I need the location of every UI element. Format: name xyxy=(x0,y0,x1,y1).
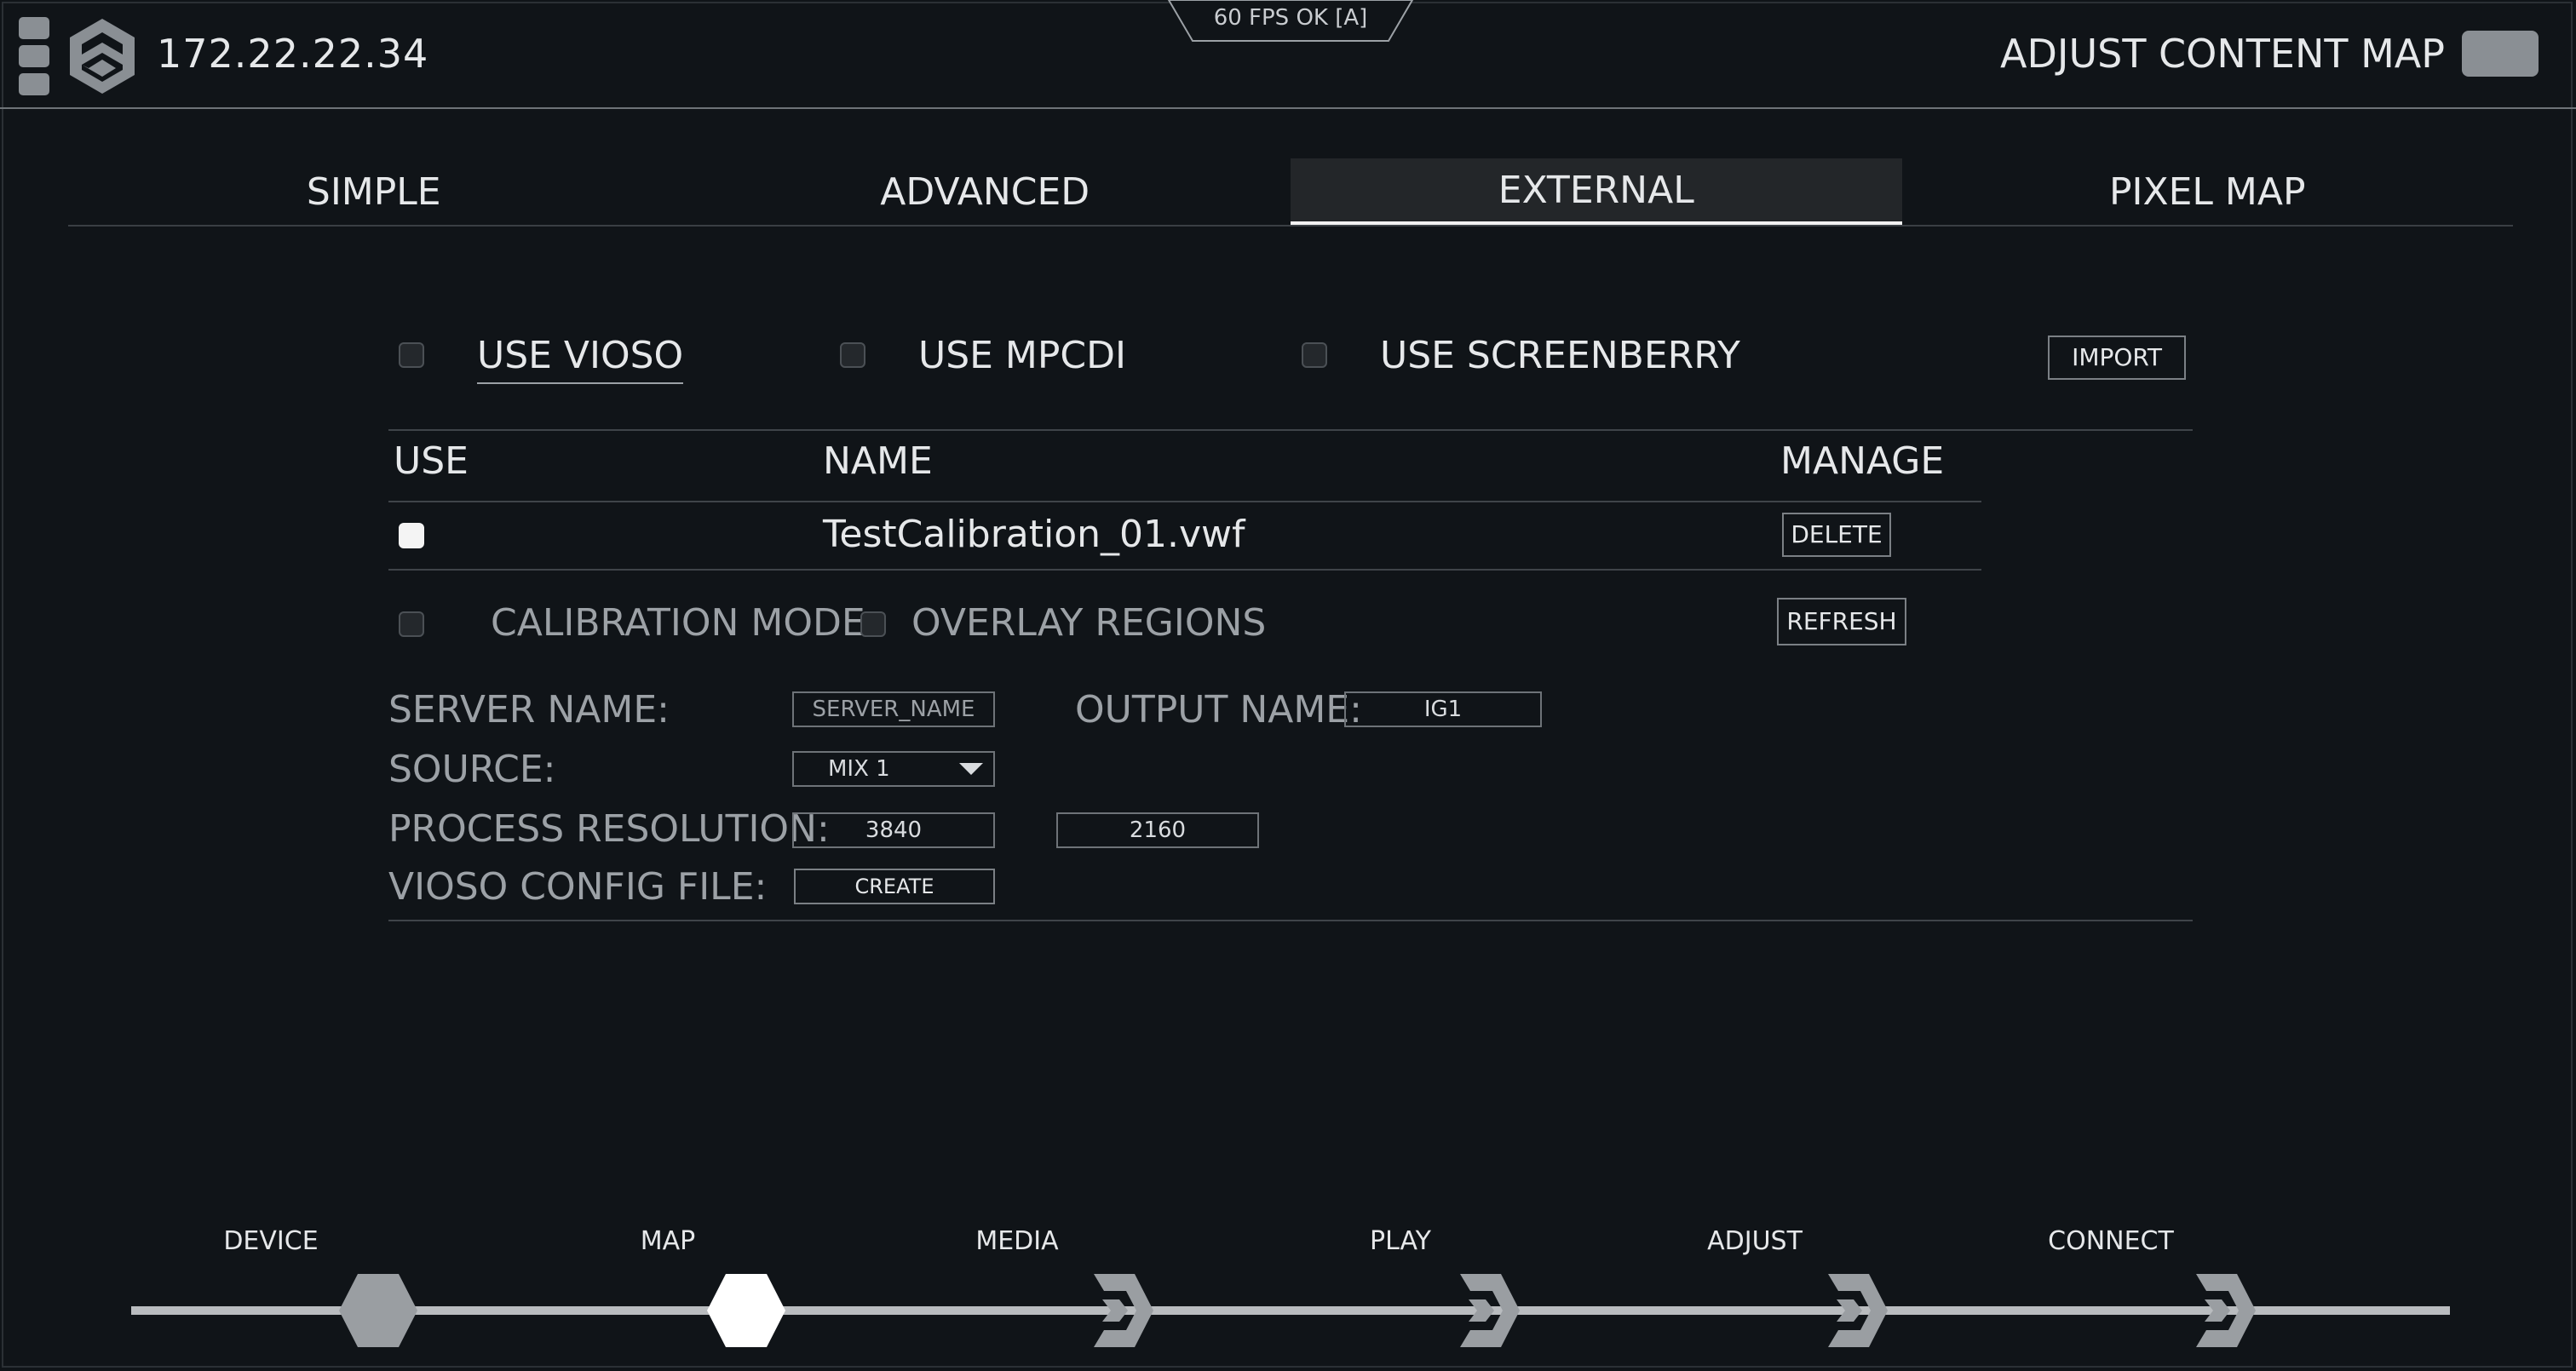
resolution-width-input[interactable]: 3840 xyxy=(792,812,995,848)
workflow-label-play: PLAY xyxy=(1369,1226,1431,1256)
source-select-value: MIX 1 xyxy=(828,756,890,782)
use-vioso-label[interactable]: USE VIOSO xyxy=(477,334,684,384)
import-button[interactable]: IMPORT xyxy=(2048,336,2186,380)
server-name-label: SERVER NAME: xyxy=(388,688,670,731)
source-label: SOURCE: xyxy=(388,748,556,791)
external-panel: USE VIOSO USE MPCDI USE SCREENBERRY IMPO… xyxy=(388,324,2193,921)
adjust-content-map-toggle[interactable] xyxy=(2462,31,2539,77)
create-config-button[interactable]: CREATE xyxy=(794,869,995,904)
tab-advanced[interactable]: ADVANCED xyxy=(680,158,1291,225)
use-screenberry-label: USE SCREENBERRY xyxy=(1380,334,1740,377)
media-step-icon[interactable] xyxy=(1073,1272,1155,1349)
use-vioso-checkbox[interactable] xyxy=(399,342,424,368)
calibration-use-checkbox[interactable] xyxy=(399,523,424,548)
chevron-down-icon xyxy=(959,763,983,775)
use-mpcdi-label: USE MPCDI xyxy=(918,334,1126,377)
table-header-divider xyxy=(388,501,1981,502)
device-ip-address: 172.22.22.34 xyxy=(157,31,429,77)
fps-status: 60 FPS OK [A] xyxy=(1213,5,1368,31)
output-name-label: OUTPUT NAME: xyxy=(1075,688,1362,731)
map-step-icon[interactable] xyxy=(705,1272,787,1349)
column-header-use: USE xyxy=(394,439,469,483)
brand-logo-icon xyxy=(70,19,135,94)
connect-step-icon[interactable] xyxy=(2176,1272,2257,1349)
column-header-name: NAME xyxy=(823,439,933,483)
column-header-manage: MANAGE xyxy=(1780,439,1945,483)
source-select[interactable]: MIX 1 xyxy=(792,751,995,787)
overlay-regions-checkbox[interactable] xyxy=(860,611,886,637)
section-bottom-divider xyxy=(388,920,2193,921)
tab-external[interactable]: EXTERNAL xyxy=(1291,158,1902,225)
divider xyxy=(388,429,2193,431)
workflow-label-map: MAP xyxy=(640,1226,696,1256)
output-name-input[interactable]: IG1 xyxy=(1344,691,1542,727)
tab-simple[interactable]: SIMPLE xyxy=(68,158,680,225)
table-row-divider xyxy=(388,569,1981,571)
adjust-step-icon[interactable] xyxy=(1808,1272,1889,1349)
play-step-icon[interactable] xyxy=(1440,1272,1521,1349)
refresh-button[interactable]: REFRESH xyxy=(1777,598,1906,645)
workflow-nav: DEVICE MAP MEDIA PLAY ADJUST CONNECT xyxy=(0,1226,2576,1371)
calibration-mode-checkbox[interactable] xyxy=(399,611,424,637)
mapping-tabs: SIMPLE ADVANCED EXTERNAL PIXEL MAP xyxy=(68,158,2513,227)
delete-button[interactable]: DELETE xyxy=(1782,513,1891,557)
resolution-height-input[interactable]: 2160 xyxy=(1056,812,1259,848)
device-step-icon[interactable] xyxy=(337,1272,419,1349)
workflow-label-device: DEVICE xyxy=(223,1226,319,1256)
tab-pixel-map[interactable]: PIXEL MAP xyxy=(1902,158,2514,225)
workflow-label-adjust: ADJUST xyxy=(1707,1226,1803,1256)
adjust-content-map-label: ADJUST CONTENT MAP xyxy=(2000,31,2445,77)
server-name-input[interactable]: SERVER_NAME xyxy=(792,691,995,727)
calibration-file-name: TestCalibration_01.vwf xyxy=(823,513,1245,556)
top-bar: 172.22.22.34 60 FPS OK [A] ADJUST CONTEN… xyxy=(0,0,2576,109)
use-screenberry-checkbox[interactable] xyxy=(1302,342,1327,368)
workflow-track xyxy=(131,1306,2450,1315)
workflow-label-connect: CONNECT xyxy=(2048,1226,2174,1256)
use-mpcdi-checkbox[interactable] xyxy=(840,342,865,368)
menu-icon[interactable] xyxy=(19,17,49,95)
overlay-regions-label: OVERLAY REGIONS xyxy=(911,601,1267,645)
vioso-config-file-label: VIOSO CONFIG FILE: xyxy=(388,865,768,909)
workflow-label-media: MEDIA xyxy=(975,1226,1059,1256)
process-resolution-label: PROCESS RESOLUTION: xyxy=(388,807,830,851)
calibration-mode-label: CALIBRATION MODE xyxy=(491,601,865,645)
